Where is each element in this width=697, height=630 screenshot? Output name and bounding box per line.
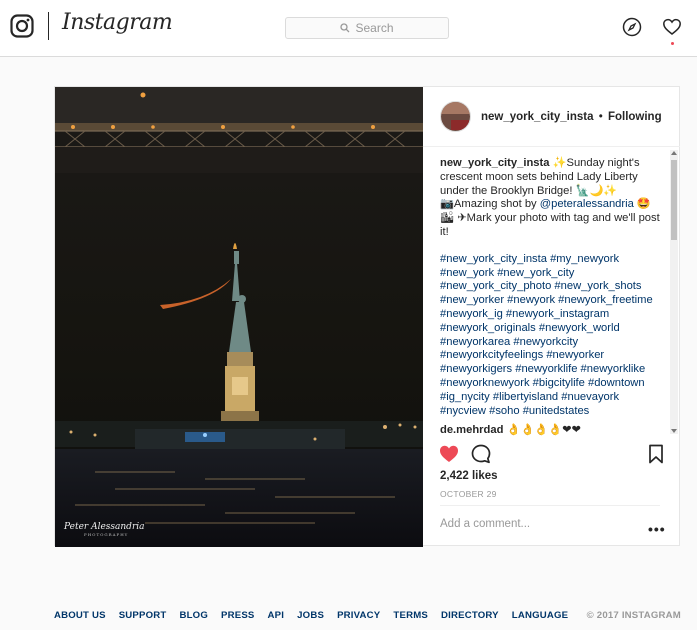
footer-link-privacy[interactable]: PRIVACY (337, 610, 380, 621)
footer-link-press[interactable]: PRESS (221, 610, 255, 621)
caption-line-2-prefix: 📷Amazing shot by (440, 198, 540, 211)
caption-mention-link[interactable]: @peteralessandria (540, 198, 634, 210)
scroll-down-arrow-icon[interactable] (671, 429, 677, 433)
footer-link-language[interactable]: LANGUAGE (512, 610, 569, 621)
post-actions-bar (423, 441, 680, 471)
search-icon (340, 23, 350, 33)
following-button[interactable]: Following (608, 111, 662, 123)
add-comment-area (440, 505, 660, 545)
heart-outline-icon[interactable] (662, 17, 682, 37)
instagram-glyph-icon[interactable] (10, 14, 34, 38)
footer: ABOUT US SUPPORT BLOG PRESS API JOBS PRI… (54, 607, 681, 623)
avatar-image (441, 102, 470, 131)
photo-credit-name: Peter Alessandria (64, 522, 145, 532)
footer-link-blog[interactable]: BLOG (179, 610, 208, 621)
comment-username[interactable]: de.mehrdad (440, 424, 503, 436)
caption-hashtags[interactable]: #new_york_city_insta #my_newyork #new_yo… (440, 253, 665, 419)
scrollbar-thumb[interactable] (671, 160, 677, 240)
top-navigation-bar: Instagram Search (0, 0, 697, 57)
comment-item: de.mehrdad 👌👌👌👌❤❤ (440, 423, 581, 436)
footer-link-api[interactable]: API (268, 610, 285, 621)
avatar[interactable] (440, 101, 471, 132)
header-separator: • (598, 111, 603, 123)
add-comment-input[interactable] (440, 518, 630, 530)
footer-link-about-us[interactable]: ABOUT US (54, 610, 106, 621)
post-author-username[interactable]: new_york_city_insta (481, 111, 594, 123)
search-input[interactable]: Search (285, 17, 449, 39)
post-sidebar: new_york_city_insta • Following new_york… (423, 87, 680, 545)
post-card: Peter Alessandria PHOTOGRAPHY new_york_c… (54, 86, 680, 547)
photo-credit-sub: PHOTOGRAPHY (84, 532, 129, 537)
post-date[interactable]: OCTOBER 29 (440, 489, 497, 499)
scroll-up-arrow-icon[interactable] (671, 151, 677, 155)
post-caption: new_york_city_insta ✨Sunday night's cres… (440, 157, 665, 418)
notification-dot (671, 42, 674, 45)
bookmark-icon[interactable] (645, 443, 667, 465)
copyright-text: © 2017 INSTAGRAM (586, 609, 681, 621)
like-count[interactable]: 2,422 likes (440, 470, 498, 482)
photo-credit-watermark: Peter Alessandria PHOTOGRAPHY (64, 522, 145, 537)
comments-section[interactable]: new_york_city_insta ✨Sunday night's cres… (423, 148, 680, 436)
footer-links: ABOUT US SUPPORT BLOG PRESS API JOBS PRI… (54, 610, 568, 621)
statue-of-liberty-night-photo (55, 87, 423, 547)
caption-line-2-suffix: 🤩 (633, 198, 651, 211)
speech-bubble-icon[interactable] (470, 443, 492, 465)
footer-link-support[interactable]: SUPPORT (119, 610, 167, 621)
comment-text: 👌👌👌👌❤❤ (503, 424, 581, 436)
post-header-line: new_york_city_insta • Following (481, 111, 662, 123)
search-placeholder: Search (355, 21, 394, 35)
caption-line-3: 🏙 ✈Mark your photo with tag and we'll po… (440, 212, 660, 238)
post-header: new_york_city_insta • Following (423, 87, 680, 147)
footer-link-directory[interactable]: DIRECTORY (441, 610, 499, 621)
post-photo[interactable]: Peter Alessandria PHOTOGRAPHY (55, 87, 423, 547)
caption-username[interactable]: new_york_city_insta (440, 157, 549, 169)
more-options-button[interactable]: ••• (648, 521, 666, 537)
compass-icon[interactable] (622, 17, 642, 37)
footer-link-jobs[interactable]: JOBS (297, 610, 324, 621)
header-divider (48, 12, 49, 40)
heart-filled-icon[interactable] (438, 443, 460, 465)
footer-link-terms[interactable]: TERMS (393, 610, 428, 621)
instagram-wordmark[interactable]: Instagram (62, 10, 173, 35)
comments-scrollbar[interactable] (670, 150, 678, 434)
